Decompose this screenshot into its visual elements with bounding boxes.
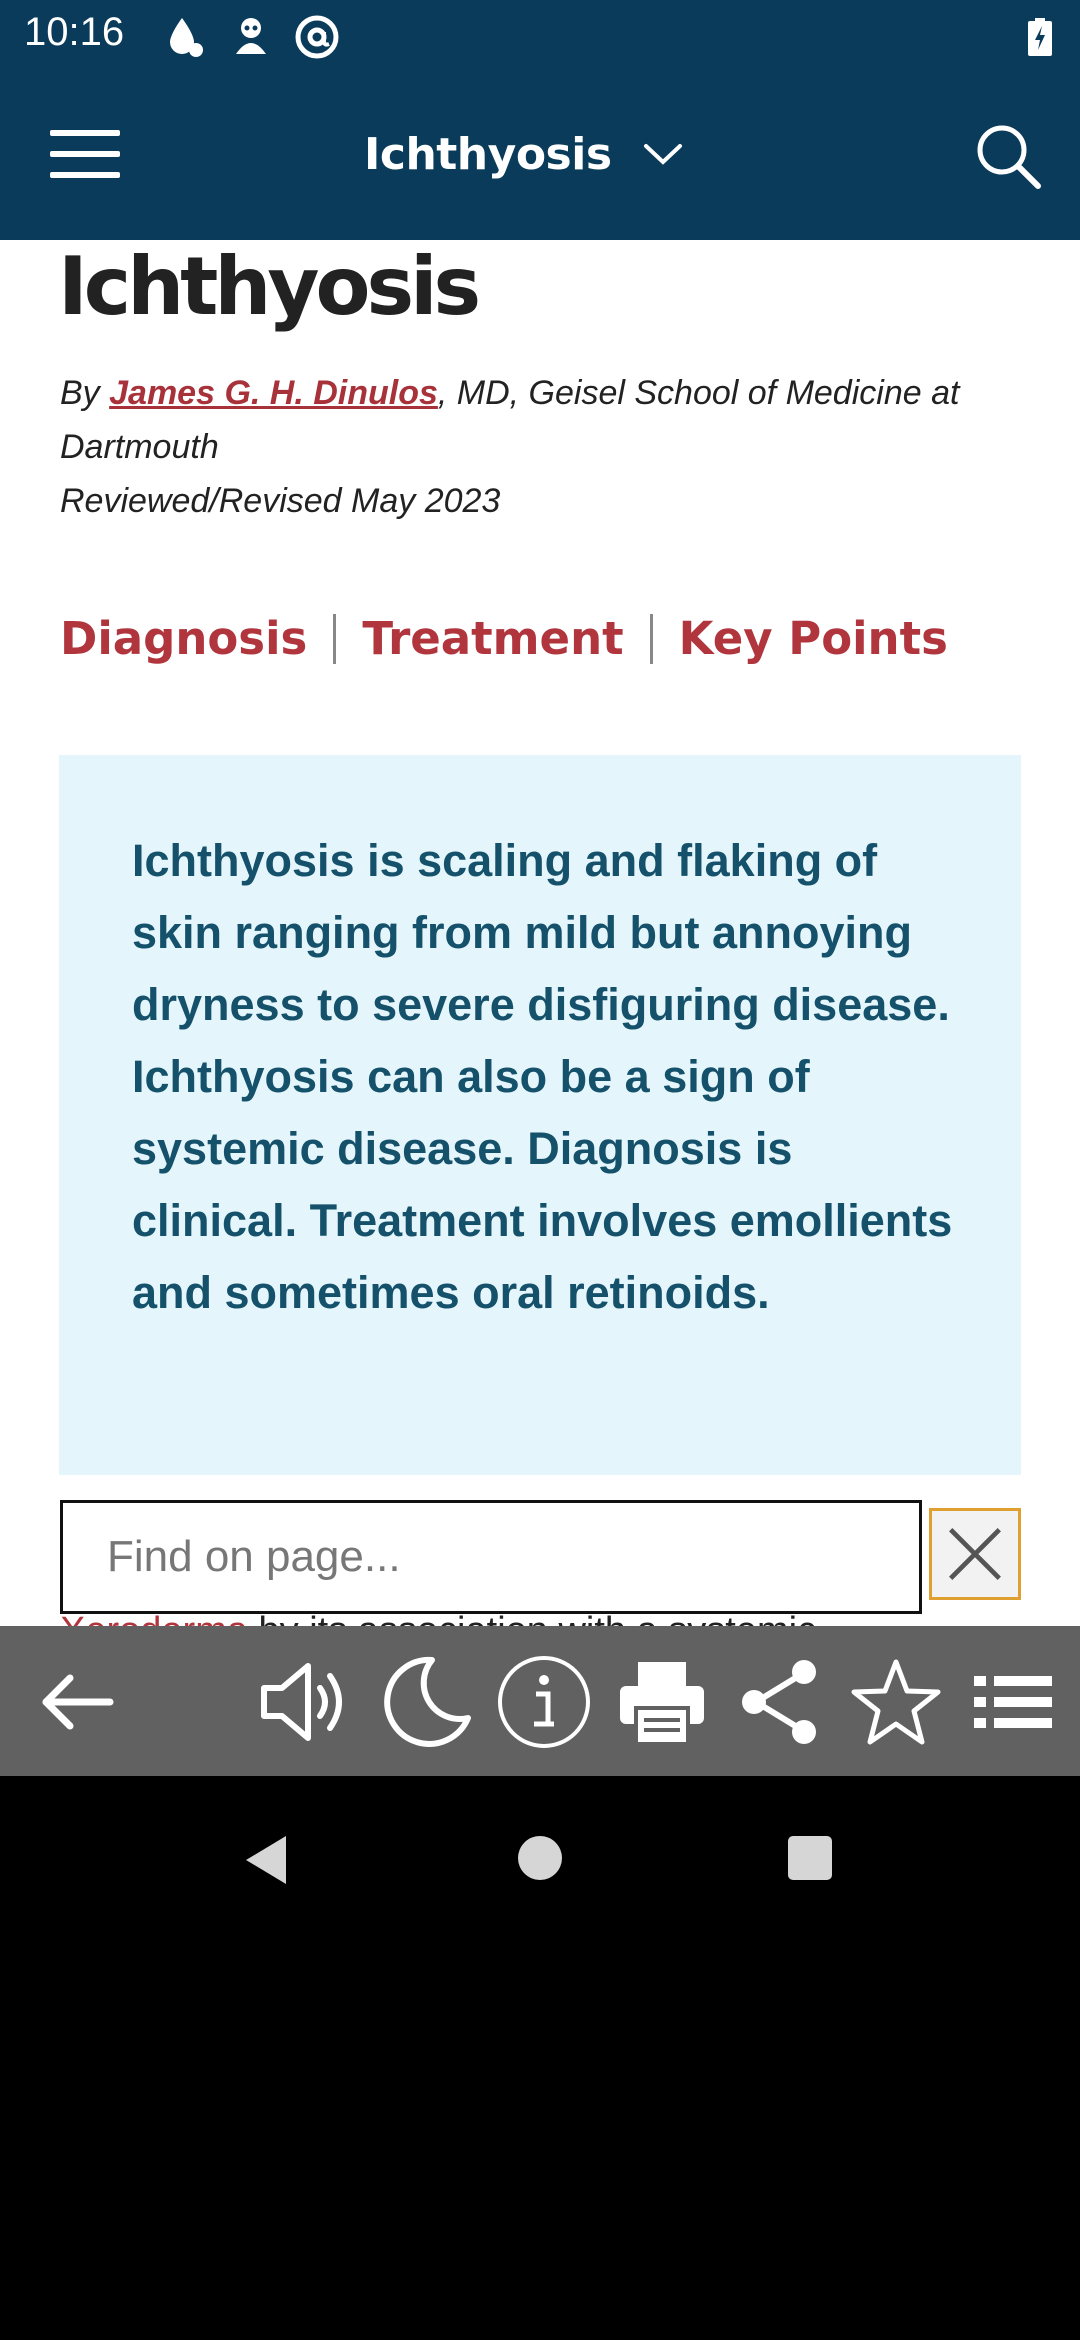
byline: By James G. H. Dinulos, MD, Geisel Schoo… [60,366,1020,528]
section-links: Diagnosis Treatment Key Points [60,612,948,665]
find-on-page-input[interactable] [60,1500,922,1614]
print-icon[interactable] [612,1652,712,1752]
nav-home-icon[interactable] [516,1834,564,1882]
nav-back-icon[interactable] [238,1830,294,1890]
status-time: 10:16 [24,10,125,54]
section-link-diagnosis[interactable]: Diagnosis [60,612,307,665]
close-icon[interactable] [929,1508,1021,1600]
reviewed-date: Reviewed/Revised May 2023 [60,482,501,520]
summary-text: Ichthyosis is scaling and flaking of ski… [132,835,953,1318]
battery-charging-icon [1028,18,1052,56]
android-alien-icon [236,18,266,54]
search-icon[interactable] [972,120,1044,192]
author-link[interactable]: James G. H. Dinulos [109,374,438,412]
bottom-toolbar [0,1626,1080,1776]
byline-prefix: By [60,374,110,412]
info-icon[interactable] [494,1652,594,1752]
divider [333,613,337,664]
nav-recents-icon[interactable] [786,1834,834,1882]
page-title: Ichthyosis [58,240,481,333]
speaker-icon[interactable] [256,1652,356,1752]
share-icon[interactable] [728,1652,828,1752]
hamburger-menu-icon[interactable] [50,130,120,186]
system-nav-bar [0,1776,1080,2340]
divider [649,613,653,664]
status-bar: 10:16 [0,0,1080,72]
chevron-down-icon [643,144,682,165]
water-drop-icon [170,18,203,57]
summary-box: Ichthyosis is scaling and flaking of ski… [59,755,1021,1475]
topic-selector[interactable]: Ichthyosis [364,124,684,184]
star-icon[interactable] [846,1652,946,1752]
app-bar: Ichthyosis [0,72,1080,240]
article-content: Ichthyosis By James G. H. Dinulos, MD, G… [0,240,1080,1626]
section-link-key-points[interactable]: Key Points [679,612,948,665]
at-sign-icon [295,15,339,59]
back-arrow-icon[interactable] [28,1652,128,1752]
night-mode-icon[interactable] [374,1652,474,1752]
app-bar-title: Ichthyosis [364,128,612,180]
list-icon[interactable] [962,1652,1062,1752]
section-link-treatment[interactable]: Treatment [362,612,623,665]
